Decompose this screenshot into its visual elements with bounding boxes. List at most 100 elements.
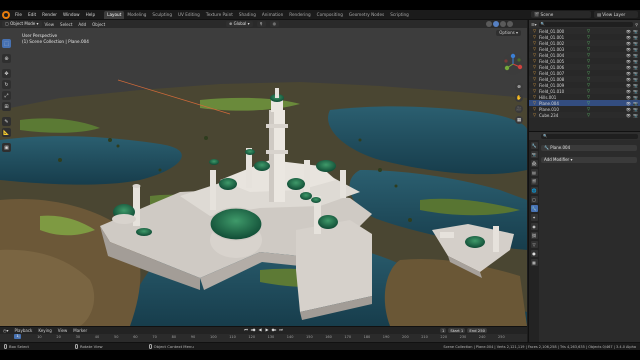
workspace-tab-rendering[interactable]: Rendering (286, 11, 313, 19)
camera-icon[interactable]: 🎥 (515, 105, 523, 113)
visibility-eye-icon[interactable]: 👁 (626, 71, 631, 76)
visibility-eye-icon[interactable]: 👁 (626, 95, 631, 100)
visibility-eye-icon[interactable]: 👁 (626, 65, 631, 70)
properties-tab-physics-icon[interactable]: ◉ (530, 223, 538, 230)
add-cube-tool-icon[interactable]: ▣ (2, 143, 11, 152)
options-dropdown[interactable]: Options ▾ (496, 30, 521, 36)
workspace-tab-shading[interactable]: Shading (236, 11, 259, 19)
cursor-tool-icon[interactable]: ⊕ (2, 54, 11, 63)
visibility-eye-icon[interactable]: 👁 (626, 83, 631, 88)
annotate-tool-icon[interactable]: ✎ (2, 117, 11, 126)
timeline-menu-playback[interactable]: Playback (12, 328, 36, 333)
render-camera-icon[interactable]: 📷 (633, 35, 638, 40)
visibility-eye-icon[interactable]: 👁 (626, 29, 631, 34)
start-frame-field[interactable]: Start 1 (448, 328, 466, 333)
menu-render[interactable]: Render (39, 12, 60, 17)
visibility-eye-icon[interactable]: 👁 (626, 77, 631, 82)
render-camera-icon[interactable]: 📷 (633, 71, 638, 76)
mesh-data-icon[interactable]: ▽ (587, 113, 591, 117)
prev-keyframe-icon[interactable]: ◂◆ (250, 327, 256, 333)
rendered-shading-icon[interactable] (507, 21, 513, 27)
mesh-data-icon[interactable]: ▽ (587, 107, 591, 111)
mesh-data-icon[interactable]: ▽ (587, 101, 591, 105)
mesh-data-icon[interactable]: ▽ (587, 59, 591, 63)
visibility-eye-icon[interactable]: 👁 (626, 89, 631, 94)
timeline-editor-type-icon[interactable]: ◷▾ (0, 328, 12, 333)
scene-selector[interactable]: 🎬 Scene (531, 11, 591, 18)
workspace-tab-layout[interactable]: Layout (104, 10, 125, 19)
wireframe-shading-icon[interactable] (486, 21, 492, 27)
properties-tab-render-icon[interactable]: 📷 (530, 151, 538, 158)
add-modifier-dropdown[interactable]: Add Modifier ▾ (541, 157, 637, 163)
render-camera-icon[interactable]: 📷 (633, 29, 638, 34)
workspace-tab-texture-paint[interactable]: Texture Paint (203, 11, 236, 19)
properties-tab-output-icon[interactable]: 🖨 (530, 160, 538, 167)
move-tool-icon[interactable]: ✥ (2, 69, 11, 78)
pan-hand-icon[interactable]: ✋ (515, 94, 523, 102)
properties-tab-object-icon[interactable]: ▢ (530, 196, 538, 203)
rotate-tool-icon[interactable]: ↻ (2, 80, 11, 89)
render-camera-icon[interactable]: 📷 (633, 101, 638, 106)
visibility-eye-icon[interactable]: 👁 (626, 59, 631, 64)
filter-icon[interactable]: ⚲ (635, 22, 638, 27)
timeline-menu-marker[interactable]: Marker (70, 328, 90, 333)
measure-tool-icon[interactable]: 📐 (2, 128, 11, 137)
mesh-data-icon[interactable]: ▽ (587, 65, 591, 69)
render-camera-icon[interactable]: 📷 (633, 83, 638, 88)
menu-edit[interactable]: Edit (25, 12, 39, 17)
mesh-data-icon[interactable]: ▽ (587, 35, 591, 39)
render-camera-icon[interactable]: 📷 (633, 113, 638, 118)
current-frame-field[interactable]: 1 (440, 328, 447, 333)
mesh-data-icon[interactable]: ▽ (587, 77, 591, 81)
blender-logo-icon[interactable] (2, 10, 10, 19)
viewport-menu-object[interactable]: Object (89, 22, 108, 27)
render-camera-icon[interactable]: 📷 (633, 107, 638, 112)
zoom-icon[interactable]: ⊕ (515, 83, 523, 91)
navigation-gizmo[interactable] (502, 53, 524, 75)
transform-orientation-selector[interactable]: ⊕ Global ▾ (226, 21, 253, 27)
workspace-tab-geometry-nodes[interactable]: Geometry Nodes (346, 11, 387, 19)
mesh-data-icon[interactable]: ▽ (587, 83, 591, 87)
workspace-tab-scripting[interactable]: Scripting (387, 11, 412, 19)
mesh-data-icon[interactable]: ▽ (587, 29, 591, 33)
mesh-data-icon[interactable]: ▽ (587, 53, 591, 57)
3d-viewport[interactable]: ▢ Object Mode ▾ View Select Add Object ⊕… (0, 20, 527, 326)
visibility-eye-icon[interactable]: 👁 (626, 47, 631, 52)
timeline-menu-keying[interactable]: Keying (35, 328, 54, 333)
menu-window[interactable]: Window (60, 12, 83, 17)
properties-tab-modifier-icon[interactable]: 🔧 (530, 205, 538, 212)
render-camera-icon[interactable]: 📷 (633, 47, 638, 52)
render-camera-icon[interactable]: 📷 (633, 41, 638, 46)
workspace-tab-animation[interactable]: Animation (259, 11, 286, 19)
workspace-tab-compositing[interactable]: Compositing (314, 11, 346, 19)
transform-tool-icon[interactable]: ⊞ (2, 102, 11, 111)
mesh-data-icon[interactable]: ▽ (587, 41, 591, 45)
visibility-eye-icon[interactable]: 👁 (626, 101, 631, 106)
workspace-tab-uv-editing[interactable]: UV Editing (175, 11, 203, 19)
mesh-data-icon[interactable]: ▽ (587, 95, 591, 99)
mesh-data-icon[interactable]: ▽ (587, 47, 591, 51)
properties-tab-view-layer-icon[interactable]: ▤ (530, 169, 538, 176)
snap-toggle[interactable]: ⚲ (256, 21, 266, 27)
proportional-edit-toggle[interactable]: ◎ (269, 21, 280, 27)
render-camera-icon[interactable]: 📷 (633, 95, 638, 100)
visibility-eye-icon[interactable]: 👁 (626, 113, 631, 118)
solid-shading-icon[interactable] (493, 21, 499, 27)
outliner-search-input[interactable]: 🔍 (538, 21, 634, 27)
render-camera-icon[interactable]: 📷 (633, 59, 638, 64)
end-frame-field[interactable]: End 250 (467, 328, 488, 333)
render-camera-icon[interactable]: 📷 (633, 89, 638, 94)
view-layer-selector[interactable]: ▤ View Layer (594, 11, 638, 18)
properties-tab-texture-icon[interactable]: ▦ (530, 259, 538, 266)
render-camera-icon[interactable]: 📷 (633, 65, 638, 70)
play-reverse-icon[interactable]: ◀ (257, 327, 263, 333)
next-keyframe-icon[interactable]: ◆▸ (271, 327, 277, 333)
menu-help[interactable]: Help (83, 12, 99, 17)
workspace-tab-sculpting[interactable]: Sculpting (149, 11, 175, 19)
properties-tab-data-icon[interactable]: ▽ (530, 241, 538, 248)
properties-tab-world-icon[interactable]: 🌐 (530, 187, 538, 194)
select-box-tool-icon[interactable]: ⬚ (2, 39, 11, 48)
properties-tab-material-icon[interactable]: ● (530, 250, 538, 257)
jump-start-icon[interactable]: ⏮ (243, 327, 249, 333)
menu-file[interactable]: File (12, 12, 25, 17)
